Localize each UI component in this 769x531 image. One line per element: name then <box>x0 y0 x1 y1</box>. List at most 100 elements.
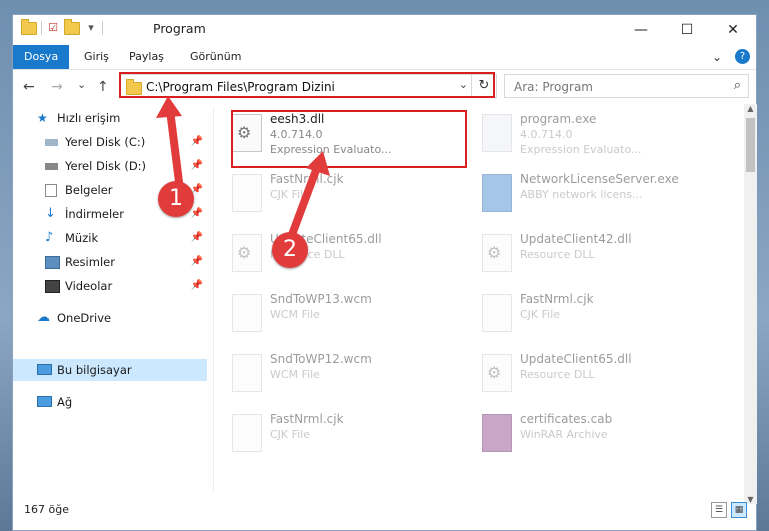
network-icon <box>37 396 52 407</box>
exe-file-icon <box>482 174 512 212</box>
search-icon[interactable]: ⌕ <box>734 78 741 93</box>
file-item[interactable]: FastNrml.cjk CJK File <box>222 408 452 460</box>
file-icon <box>232 354 262 392</box>
maximize-button[interactable]: ☐ <box>664 15 710 45</box>
navigation-pane: ★ Hızlı erişim Yerel Disk (C:) 📌 Yerel D… <box>13 107 207 492</box>
details-view-icon[interactable]: ☰ <box>711 502 727 518</box>
search-box[interactable]: Ara: Program ⌕ <box>504 74 749 98</box>
file-type: CJK File <box>270 188 311 201</box>
file-item[interactable]: FastNrml.cjk CJK File <box>222 168 452 220</box>
address-highlight <box>119 72 495 98</box>
sidebar-item-label: Belgeler <box>65 183 113 197</box>
drive-icon <box>45 163 58 170</box>
tab-giris[interactable]: Giriş <box>73 45 120 69</box>
file-highlight <box>231 110 467 168</box>
title-bar: ☑ ▾ Program — ☐ ✕ <box>13 15 756 45</box>
file-item[interactable]: UpdateClient65.dll Resource DLL <box>472 348 702 400</box>
scroll-up-icon[interactable]: ▲ <box>744 104 757 113</box>
file-type: Resource DLL <box>520 248 595 261</box>
sidebar-item-quick-access[interactable]: ★ Hızlı erişim <box>13 107 207 129</box>
videos-icon <box>45 280 60 293</box>
back-button[interactable]: ← <box>23 79 35 95</box>
sidebar-item-music[interactable]: ♪ Müzik 📌 <box>13 227 207 249</box>
tab-gorunum[interactable]: Görünüm <box>179 45 252 69</box>
sidebar-item-videos[interactable]: Videolar 📌 <box>13 275 207 297</box>
sidebar-item-local-disk-c[interactable]: Yerel Disk (C:) 📌 <box>13 131 207 153</box>
view-buttons: ☰ ▦ <box>711 502 747 518</box>
file-item[interactable]: NetworkLicenseServer.exe ABBY network li… <box>472 168 702 220</box>
sidebar-item-network[interactable]: Ağ <box>13 391 207 413</box>
step-marker-2: 2 <box>272 232 308 268</box>
file-type: Resource DLL <box>520 368 595 381</box>
file-icon <box>232 294 262 332</box>
file-name: program.exe <box>520 112 597 126</box>
file-item[interactable]: UpdateClient42.dll Resource DLL <box>472 228 702 280</box>
file-name: UpdateClient65.dll <box>520 352 632 366</box>
tiles-view-icon[interactable]: ▦ <box>731 502 747 518</box>
pin-icon: 📌 <box>190 160 203 171</box>
dll-file-icon <box>482 234 512 272</box>
item-count: 167 öğe <box>24 503 69 516</box>
sidebar-item-this-pc[interactable]: Bu bilgisayar <box>13 359 207 381</box>
download-icon: ↓ <box>45 206 56 221</box>
quick-access-toolbar: ☑ ▾ <box>21 18 103 35</box>
expand-ribbon-icon[interactable]: ⌄ <box>709 49 725 65</box>
sidebar-item-onedrive[interactable]: ☁ OneDrive <box>13 307 207 329</box>
sidebar-item-pictures[interactable]: Resimler 📌 <box>13 251 207 273</box>
documents-icon <box>45 184 57 197</box>
new-folder-icon[interactable] <box>64 18 80 35</box>
drive-icon <box>45 139 58 146</box>
search-placeholder[interactable]: Ara: Program <box>514 80 593 94</box>
sidebar-item-label: İndirmeler <box>65 207 124 221</box>
tab-dosya[interactable]: Dosya <box>13 45 70 69</box>
forward-button[interactable]: → <box>51 79 63 95</box>
sidebar-item-label: Videolar <box>65 279 113 293</box>
vertical-scrollbar[interactable]: ▲ ▼ <box>744 104 757 504</box>
sidebar-item-local-disk-d[interactable]: Yerel Disk (D:) 📌 <box>13 155 207 177</box>
minimize-button[interactable]: — <box>618 15 664 45</box>
file-name: NetworkLicenseServer.exe <box>520 172 679 186</box>
file-name: SndToWP13.wcm <box>270 292 372 306</box>
file-item[interactable]: SndToWP12.wcm WCM File <box>222 348 452 400</box>
pin-icon: 📌 <box>190 256 203 267</box>
separator <box>41 21 42 35</box>
folder-icon <box>21 18 37 35</box>
pin-icon: 📌 <box>190 280 203 291</box>
properties-icon[interactable]: ☑ <box>46 21 60 35</box>
separator <box>102 21 103 35</box>
customize-toolbar-icon[interactable]: ▾ <box>84 21 98 35</box>
sidebar-item-label: Resimler <box>65 255 115 269</box>
file-type: CJK File <box>520 308 561 321</box>
file-description: Expression Evaluato... <box>520 143 642 156</box>
tab-paylas[interactable]: Paylaş <box>118 45 175 69</box>
window-title: Program <box>153 21 206 36</box>
scrollbar-thumb[interactable] <box>746 118 755 172</box>
sidebar-item-label: Ağ <box>57 395 73 409</box>
help-icon[interactable]: ? <box>735 49 750 64</box>
pictures-icon <box>45 256 60 269</box>
file-name: UpdateClient42.dll <box>520 232 632 246</box>
dll-file-icon <box>232 234 262 272</box>
file-icon <box>482 294 512 332</box>
sidebar-item-label: Hızlı erişim <box>57 111 121 125</box>
recent-locations-button[interactable]: ⌄ <box>77 78 86 91</box>
close-button[interactable]: ✕ <box>710 15 756 45</box>
file-type: WCM File <box>270 368 320 381</box>
status-bar: 167 öğe ☰ ▦ <box>12 500 757 520</box>
file-item[interactable]: certificates.cab WinRAR Archive <box>472 408 702 460</box>
file-icon <box>232 174 262 212</box>
file-name: SndToWP12.wcm <box>270 352 372 366</box>
file-name: certificates.cab <box>520 412 613 426</box>
archive-file-icon <box>482 414 512 452</box>
up-button[interactable]: ↑ <box>97 79 109 95</box>
file-type: ABBY network licens... <box>520 188 643 201</box>
step-marker-1: 1 <box>158 181 194 217</box>
file-item[interactable]: FastNrml.cjk CJK File <box>472 288 702 340</box>
star-icon: ★ <box>37 111 48 125</box>
file-item[interactable]: program.exe 4.0.714.0 Expression Evaluat… <box>472 108 702 160</box>
dll-file-icon <box>482 354 512 392</box>
sidebar-item-label: Yerel Disk (C:) <box>65 135 146 149</box>
file-item[interactable]: SndToWP13.wcm WCM File <box>222 288 452 340</box>
window-controls: — ☐ ✕ <box>618 15 756 45</box>
file-item[interactable]: UpdateClient65.dll Resource DLL <box>222 228 452 280</box>
